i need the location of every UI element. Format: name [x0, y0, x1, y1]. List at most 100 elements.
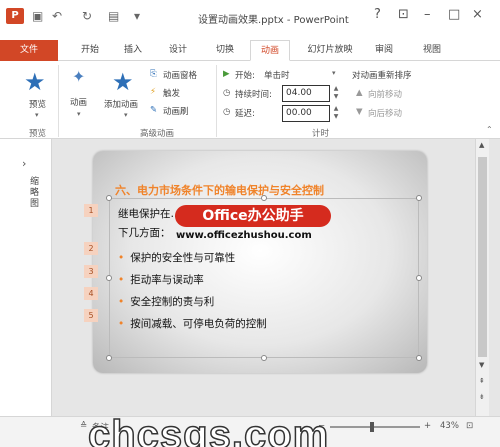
- move-later-button[interactable]: 向后移动: [368, 107, 402, 119]
- group-label-preview: 预览: [29, 129, 47, 139]
- start-label: 开始:: [235, 71, 255, 81]
- resize-handle[interactable]: [106, 275, 112, 281]
- minimize-button[interactable]: –: [424, 7, 431, 22]
- slide-bullet: • 拒动率与误动率: [118, 272, 204, 287]
- start-select[interactable]: 单击时: [264, 69, 290, 81]
- bullet-dot-icon: •: [118, 274, 125, 286]
- bullet-text: 保护的安全性与可靠性: [130, 252, 236, 264]
- fit-to-window-icon[interactable]: ⊡: [466, 421, 473, 431]
- duration-input[interactable]: 04.00: [282, 85, 330, 102]
- redo-icon[interactable]: ↻: [82, 9, 92, 23]
- bullet-dot-icon: •: [118, 252, 125, 264]
- delay-input[interactable]: 00.00: [282, 105, 330, 122]
- thumbnails-label[interactable]: 缩略图: [30, 177, 42, 210]
- group-label-timing: 计时: [312, 129, 330, 139]
- bullet-text: 拒动率与误动率: [130, 274, 204, 286]
- undo-icon[interactable]: ↶: [52, 9, 62, 23]
- thumbnail-pane: › 缩略图: [0, 139, 52, 416]
- animation-painter-button[interactable]: 动画刷: [163, 105, 189, 117]
- present-from-start-icon[interactable]: ▤: [108, 9, 119, 23]
- close-button[interactable]: ×: [472, 7, 483, 22]
- tab-file[interactable]: 文件: [0, 40, 58, 61]
- resize-handle[interactable]: [261, 195, 267, 201]
- reorder-animation-title: 对动画重新排序: [352, 71, 412, 81]
- duration-spinner-arrows[interactable]: ▲ ▼: [331, 85, 341, 102]
- ribbon-display-options-button[interactable]: ⊡: [398, 7, 409, 22]
- collapse-ribbon-icon[interactable]: ⌃: [486, 125, 493, 134]
- duration-label: 持续时间:: [235, 90, 272, 100]
- resize-handle[interactable]: [106, 355, 112, 361]
- bullet-dot-icon: •: [118, 296, 125, 308]
- group-label-advanced: 高级动画: [140, 129, 175, 139]
- animation-order-tag[interactable]: 1: [84, 204, 98, 217]
- delay-clock-icon: ◷: [223, 107, 231, 117]
- tab-insert[interactable]: 插入: [115, 40, 151, 61]
- resize-handle[interactable]: [416, 355, 422, 361]
- preview-button[interactable]: 预览: [29, 98, 46, 110]
- trigger-button[interactable]: 触发: [163, 87, 180, 99]
- tab-transitions[interactable]: 切换: [207, 40, 243, 61]
- bullet-text: 按间减载、可停电负荷的控制: [130, 318, 267, 330]
- animation-order-tag[interactable]: 5: [84, 309, 98, 322]
- tab-view[interactable]: 视图: [414, 40, 450, 61]
- customize-qat-icon[interactable]: ▾: [134, 9, 140, 23]
- tab-design[interactable]: 设计: [160, 40, 196, 61]
- animation-effect-icon[interactable]: ✦: [72, 67, 85, 86]
- add-animation-button[interactable]: 添加动画: [104, 98, 138, 110]
- animation-order-tag[interactable]: 2: [84, 242, 98, 255]
- vertical-scrollbar[interactable]: ▲ ▼ ⇞ ⇟: [475, 139, 489, 416]
- zoom-level[interactable]: 43%: [440, 421, 459, 431]
- move-earlier-icon: ▲: [356, 88, 363, 98]
- slide-bullet: • 保护的安全性与可靠性: [118, 250, 235, 265]
- notes-icon[interactable]: ≙: [80, 421, 87, 431]
- scroll-up-icon[interactable]: ▲: [479, 141, 484, 149]
- move-earlier-button[interactable]: 向前移动: [368, 88, 402, 100]
- window-title: 设置动画效果.pptx - PowerPoint: [198, 15, 349, 26]
- watermark-url: www.officezhushou.com: [176, 230, 312, 241]
- bullet-dot-icon: •: [118, 318, 125, 330]
- previous-slide-icon[interactable]: ⇞: [479, 377, 485, 385]
- zoom-slider-knob[interactable]: [370, 422, 374, 432]
- group-separator: [216, 65, 217, 137]
- zoom-slider[interactable]: [330, 426, 420, 428]
- help-button[interactable]: ?: [374, 7, 381, 22]
- delay-label: 延迟:: [235, 109, 255, 119]
- animation-styles-button[interactable]: 动画: [70, 96, 87, 108]
- site-watermark: chcsgs.com: [87, 413, 330, 447]
- animation-pane-button[interactable]: 动画窗格: [163, 69, 197, 81]
- bullet-text: 安全控制的责与利: [130, 296, 215, 308]
- tab-slideshow[interactable]: 幻灯片放映: [298, 40, 362, 61]
- resize-handle[interactable]: [106, 195, 112, 201]
- start-dropdown-icon[interactable]: ▾: [332, 69, 336, 77]
- tab-review[interactable]: 审阅: [366, 40, 402, 61]
- save-icon[interactable]: ▣: [32, 9, 43, 23]
- zoom-in-icon[interactable]: +: [424, 421, 431, 431]
- next-slide-icon[interactable]: ⇟: [479, 393, 485, 401]
- maximize-button[interactable]: □: [448, 7, 460, 22]
- preview-dropdown-icon[interactable]: ▾: [35, 111, 39, 119]
- resize-handle[interactable]: [416, 195, 422, 201]
- animation-order-tag[interactable]: 3: [84, 265, 98, 278]
- preview-star-icon[interactable]: ★: [24, 68, 46, 96]
- animation-order-tag[interactable]: 4: [84, 287, 98, 300]
- resize-handle[interactable]: [416, 275, 422, 281]
- ribbon: ★ 预览 ▾ 预览 ✦ 动画 ▾ ★ 添加动画 ▾ ⎘ 动画窗格 ⚡ 触发 ✎ …: [0, 61, 500, 139]
- delay-spinner-arrows[interactable]: ▲ ▼: [331, 105, 341, 122]
- expand-thumbnails-icon[interactable]: ›: [22, 157, 26, 170]
- group-separator: [58, 65, 59, 137]
- animation-painter-icon: ✎: [150, 105, 158, 115]
- tab-home[interactable]: 开始: [72, 40, 108, 61]
- powerpoint-logo-icon: P: [6, 8, 24, 24]
- start-icon: ▶: [223, 69, 230, 79]
- add-animation-dropdown-icon[interactable]: ▾: [124, 111, 128, 119]
- office-watermark-badge: Office办公助手: [175, 205, 331, 227]
- title-bar: P ▣ ↶ ↻ ▤ ▾ 设置动画效果.pptx - PowerPoint ? ⊡…: [0, 0, 500, 34]
- slide-title[interactable]: 六、电力市场条件下的输电保护与安全控制: [115, 182, 324, 198]
- animation-dropdown-icon[interactable]: ▾: [77, 110, 81, 118]
- add-animation-star-icon[interactable]: ★: [112, 68, 134, 96]
- scroll-down-icon[interactable]: ▼: [479, 361, 484, 369]
- trigger-icon: ⚡: [150, 87, 156, 97]
- tab-animations[interactable]: 动画: [250, 40, 290, 61]
- scrollbar-thumb[interactable]: [478, 157, 487, 357]
- resize-handle[interactable]: [261, 355, 267, 361]
